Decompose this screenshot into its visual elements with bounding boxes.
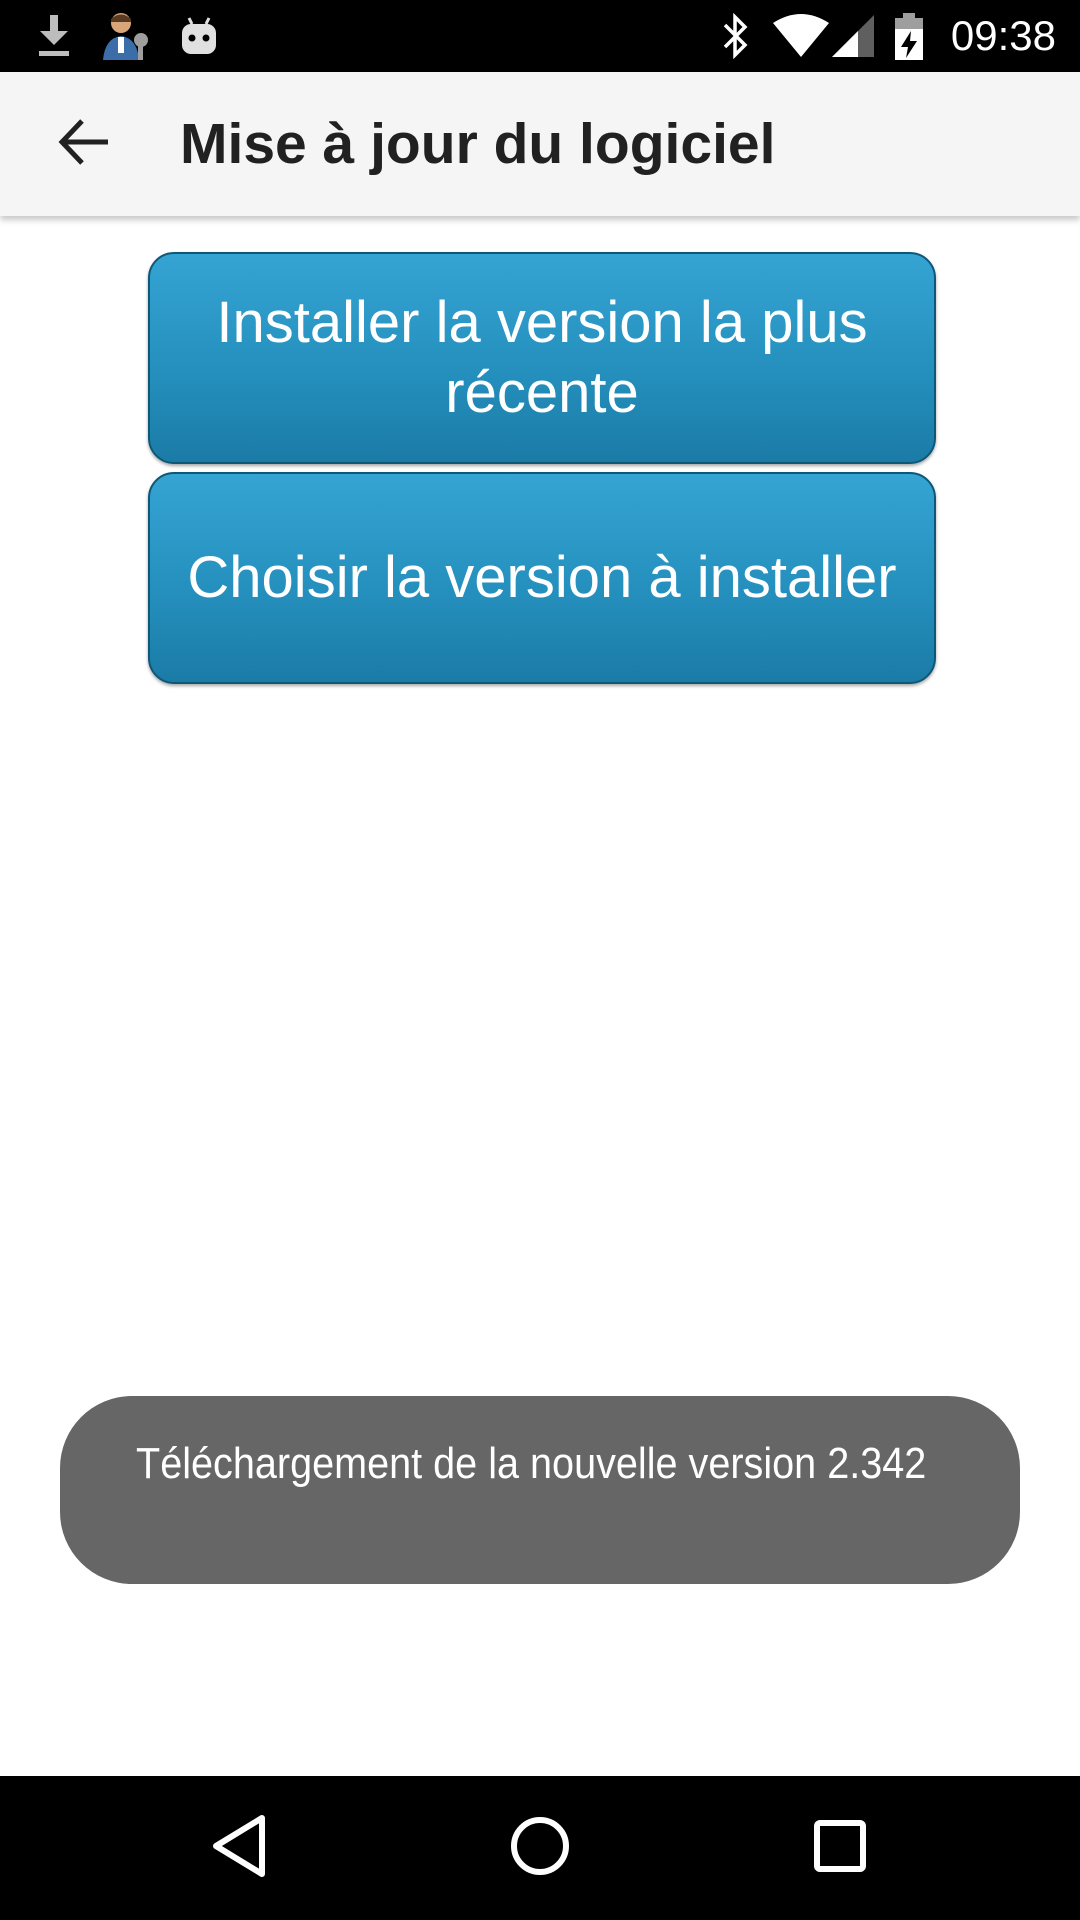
battery-charging-icon [892,0,926,72]
toast: Téléchargement de la nouvelle version 2.… [60,1396,1020,1584]
android-robot-icon [178,0,220,72]
install-latest-button[interactable]: Installer la version la plus récente [148,252,936,464]
choose-version-label: Choisir la version à installer [187,545,897,610]
nav-home-button[interactable] [490,1798,590,1898]
arrow-back-icon [56,114,112,175]
status-time: 09:38 [950,12,1056,59]
cell-signal-icon [830,0,876,72]
back-triangle-icon [210,1814,270,1883]
choose-version-button[interactable]: Choisir la version à installer [148,472,936,684]
recents-square-icon [812,1818,868,1879]
back-button[interactable] [42,102,126,186]
page-title: Mise à jour du logiciel [180,112,776,176]
download-icon [34,0,74,72]
screen: 09:38 Mise à jour du logiciel Installer … [0,0,1080,1920]
nav-recents-button[interactable] [790,1798,890,1898]
bluetooth-icon [718,0,754,72]
install-latest-label: Installer la version la plus récente [216,290,868,425]
toast-message: Téléchargement de la nouvelle version 2.… [136,1439,927,1488]
navigation-bar [0,1776,1080,1920]
app-bar: Mise à jour du logiciel [0,72,1080,216]
user-assistant-icon [100,0,152,72]
home-circle-icon [508,1814,572,1883]
wifi-icon [770,0,832,72]
status-bar: 09:38 [0,0,1080,72]
nav-back-button[interactable] [190,1798,290,1898]
